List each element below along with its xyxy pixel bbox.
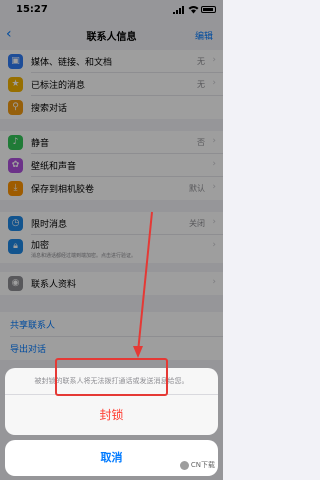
- watermark-text: CN下载: [190, 461, 215, 469]
- watermark: CN下载: [179, 460, 215, 470]
- annotation-arrow-icon: [133, 211, 153, 358]
- watermark-logo-icon: [179, 460, 189, 470]
